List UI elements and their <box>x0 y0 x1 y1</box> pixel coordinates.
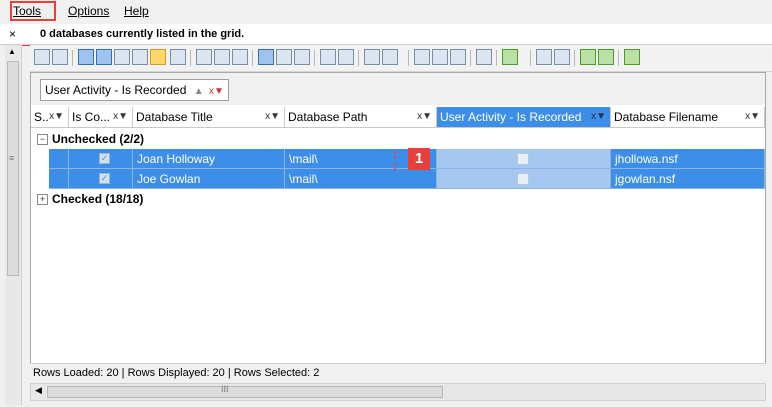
step-badge-1: 1 <box>408 148 430 170</box>
group-chip[interactable]: User Activity - Is Recorded ▲ x▼ <box>40 79 229 101</box>
filter-icon[interactable]: x▼ <box>113 107 128 127</box>
columns-icon[interactable] <box>214 49 230 65</box>
toolbar-separator <box>252 50 253 66</box>
export-icon[interactable] <box>320 49 336 65</box>
split-icon[interactable] <box>624 49 640 65</box>
column-header-database-path[interactable]: Database Path x▼ <box>285 107 437 127</box>
add-green-icon[interactable] <box>502 49 518 65</box>
group-by-icon[interactable] <box>150 49 166 65</box>
view-icon[interactable] <box>34 49 50 65</box>
cell-database-path: \mail\ <box>285 169 437 188</box>
table-row[interactable]: ✓ Joan Holloway \mail\ jhollowa.nsf <box>49 149 765 169</box>
scroll-thumb[interactable] <box>7 61 19 276</box>
rows-status: Rows Loaded: 20 | Rows Displayed: 20 | R… <box>30 363 766 382</box>
status-message: 0 databases currently listed in the grid… <box>40 28 245 40</box>
toolbar-separator <box>314 50 315 66</box>
tools-highlight-box <box>10 1 56 21</box>
cell-is-complete: ✓ <box>69 149 133 168</box>
drag-resize-icon: ↕ ↕ <box>392 146 399 173</box>
cell-database-filename: jgowlan.nsf <box>611 169 765 188</box>
form-dropdown-icon[interactable] <box>382 49 398 65</box>
column-headers: S.. x▼ Is Co... x▼ Database Title x▼ Databa… <box>31 107 765 128</box>
select-icon[interactable] <box>258 49 274 65</box>
move-up-icon[interactable] <box>114 49 130 65</box>
checkbox-unchecked-icon[interactable] <box>517 173 529 185</box>
column-header-s[interactable]: S.. x▼ <box>31 107 69 127</box>
toolbar-separator <box>496 50 497 66</box>
move-down-icon[interactable] <box>132 49 148 65</box>
copy-icon[interactable] <box>276 49 292 65</box>
cell-s <box>49 169 69 188</box>
zoom-reset-icon[interactable] <box>450 49 466 65</box>
columns-alt-icon[interactable] <box>232 49 248 65</box>
cell-database-title: Joe Gowlan <box>133 169 285 188</box>
cell-s <box>49 149 69 168</box>
zoom-out-icon[interactable] <box>432 49 448 65</box>
expand-icon[interactable]: + <box>37 194 48 206</box>
checkbox-checked-icon[interactable]: ✓ <box>99 173 110 184</box>
import-icon[interactable] <box>338 49 354 65</box>
scroll-thumb[interactable] <box>47 386 443 398</box>
filter-icon[interactable] <box>476 49 492 65</box>
column-header-database-filename[interactable]: Database Filename x▼ <box>611 107 765 127</box>
checkbox-unchecked-icon[interactable] <box>517 153 529 165</box>
sort-up-icon[interactable]: ▲ <box>194 86 204 97</box>
panel-icon[interactable] <box>536 49 552 65</box>
grip-icon: III <box>221 384 229 394</box>
form-icon[interactable] <box>364 49 380 65</box>
close-icon[interactable]: × <box>9 27 16 41</box>
toolbar-separator <box>530 50 531 66</box>
filter-icon[interactable]: x▼ <box>591 107 606 127</box>
toolbar <box>30 45 772 72</box>
scroll-left-arrow-icon[interactable]: ◀ <box>35 385 42 396</box>
group-row-checked[interactable]: + Checked (18/18) <box>31 189 765 209</box>
cell-user-activity <box>437 169 611 188</box>
column-header-user-activity[interactable]: User Activity - Is Recorded x▼ <box>437 107 611 127</box>
column-header-is-co[interactable]: Is Co... x▼ <box>69 107 133 127</box>
paste-icon[interactable] <box>294 49 310 65</box>
cell-database-title: Joan Holloway <box>133 149 285 168</box>
filter-icon[interactable]: x▼ <box>49 107 64 127</box>
zoom-in-icon[interactable] <box>414 49 430 65</box>
toolbar-separator <box>190 50 191 66</box>
cell-database-filename: jhollowa.nsf <box>611 149 765 168</box>
add-icon[interactable] <box>78 49 94 65</box>
menu-options[interactable]: Options <box>68 4 109 18</box>
filter-icon[interactable]: x▼ <box>745 107 760 127</box>
toolbar-separator <box>470 50 471 66</box>
monitor-icon[interactable] <box>52 49 68 65</box>
filter-icon[interactable]: x▼ <box>209 86 224 97</box>
filter-icon[interactable]: x▼ <box>417 107 432 127</box>
panel-alt-icon[interactable] <box>554 49 570 65</box>
collapse-icon[interactable]: − <box>37 134 48 146</box>
toolbar-separator <box>574 50 575 66</box>
group-chip-label: User Activity - Is Recorded <box>45 83 187 97</box>
remove-icon[interactable] <box>96 49 112 65</box>
checkbox-checked-icon[interactable]: ✓ <box>99 153 110 164</box>
toolbar-separator <box>72 50 73 66</box>
column-icon[interactable] <box>196 49 212 65</box>
toolbar-separator <box>618 50 619 66</box>
filter-icon[interactable]: x▼ <box>265 107 280 127</box>
horizontal-scrollbar[interactable]: ◀ III <box>30 383 766 401</box>
toolbar-separator <box>358 50 359 66</box>
arrow-right-icon[interactable] <box>598 49 614 65</box>
menu-bar: Tools Options Help <box>0 0 772 25</box>
menu-help[interactable]: Help <box>124 4 149 18</box>
cell-user-activity <box>437 149 611 168</box>
cell-is-complete: ✓ <box>69 169 133 188</box>
toolbar-separator <box>408 50 409 66</box>
grip-icon: ≡ <box>9 153 15 163</box>
arrow-left-icon[interactable] <box>580 49 596 65</box>
table-row[interactable]: ✓ Joe Gowlan \mail\ jgowlan.nsf <box>49 169 765 189</box>
vertical-scrollbar[interactable]: ▲ ≡ <box>5 45 22 405</box>
tree-icon[interactable] <box>170 49 186 65</box>
column-header-database-title[interactable]: Database Title x▼ <box>133 107 285 127</box>
grid-panel: User Activity - Is Recorded ▲ x▼ S.. x▼ I… <box>30 72 766 382</box>
scroll-up-arrow-icon[interactable]: ▲ <box>8 47 16 56</box>
group-by-panel: User Activity - Is Recorded ▲ x▼ <box>31 73 765 105</box>
